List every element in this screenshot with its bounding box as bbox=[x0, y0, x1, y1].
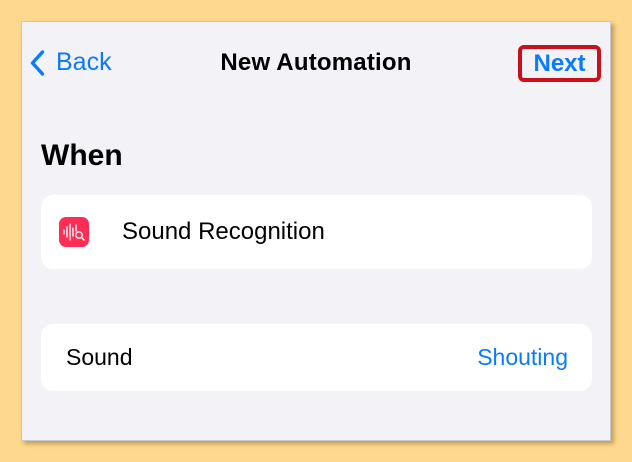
when-heading: When bbox=[41, 139, 123, 172]
sound-label: Sound bbox=[66, 344, 133, 370]
next-button[interactable]: Next bbox=[518, 45, 601, 82]
sound-recognition-trigger[interactable]: Sound Recognition bbox=[41, 195, 592, 269]
next-label: Next bbox=[533, 49, 586, 77]
sound-row[interactable]: Sound Shouting bbox=[41, 324, 592, 391]
sound-value[interactable]: Shouting bbox=[477, 344, 568, 371]
sound-recognition-icon bbox=[59, 217, 89, 247]
automation-screen: Back New Automation Next When Sound Reco… bbox=[21, 21, 611, 441]
trigger-label: Sound Recognition bbox=[122, 218, 325, 245]
